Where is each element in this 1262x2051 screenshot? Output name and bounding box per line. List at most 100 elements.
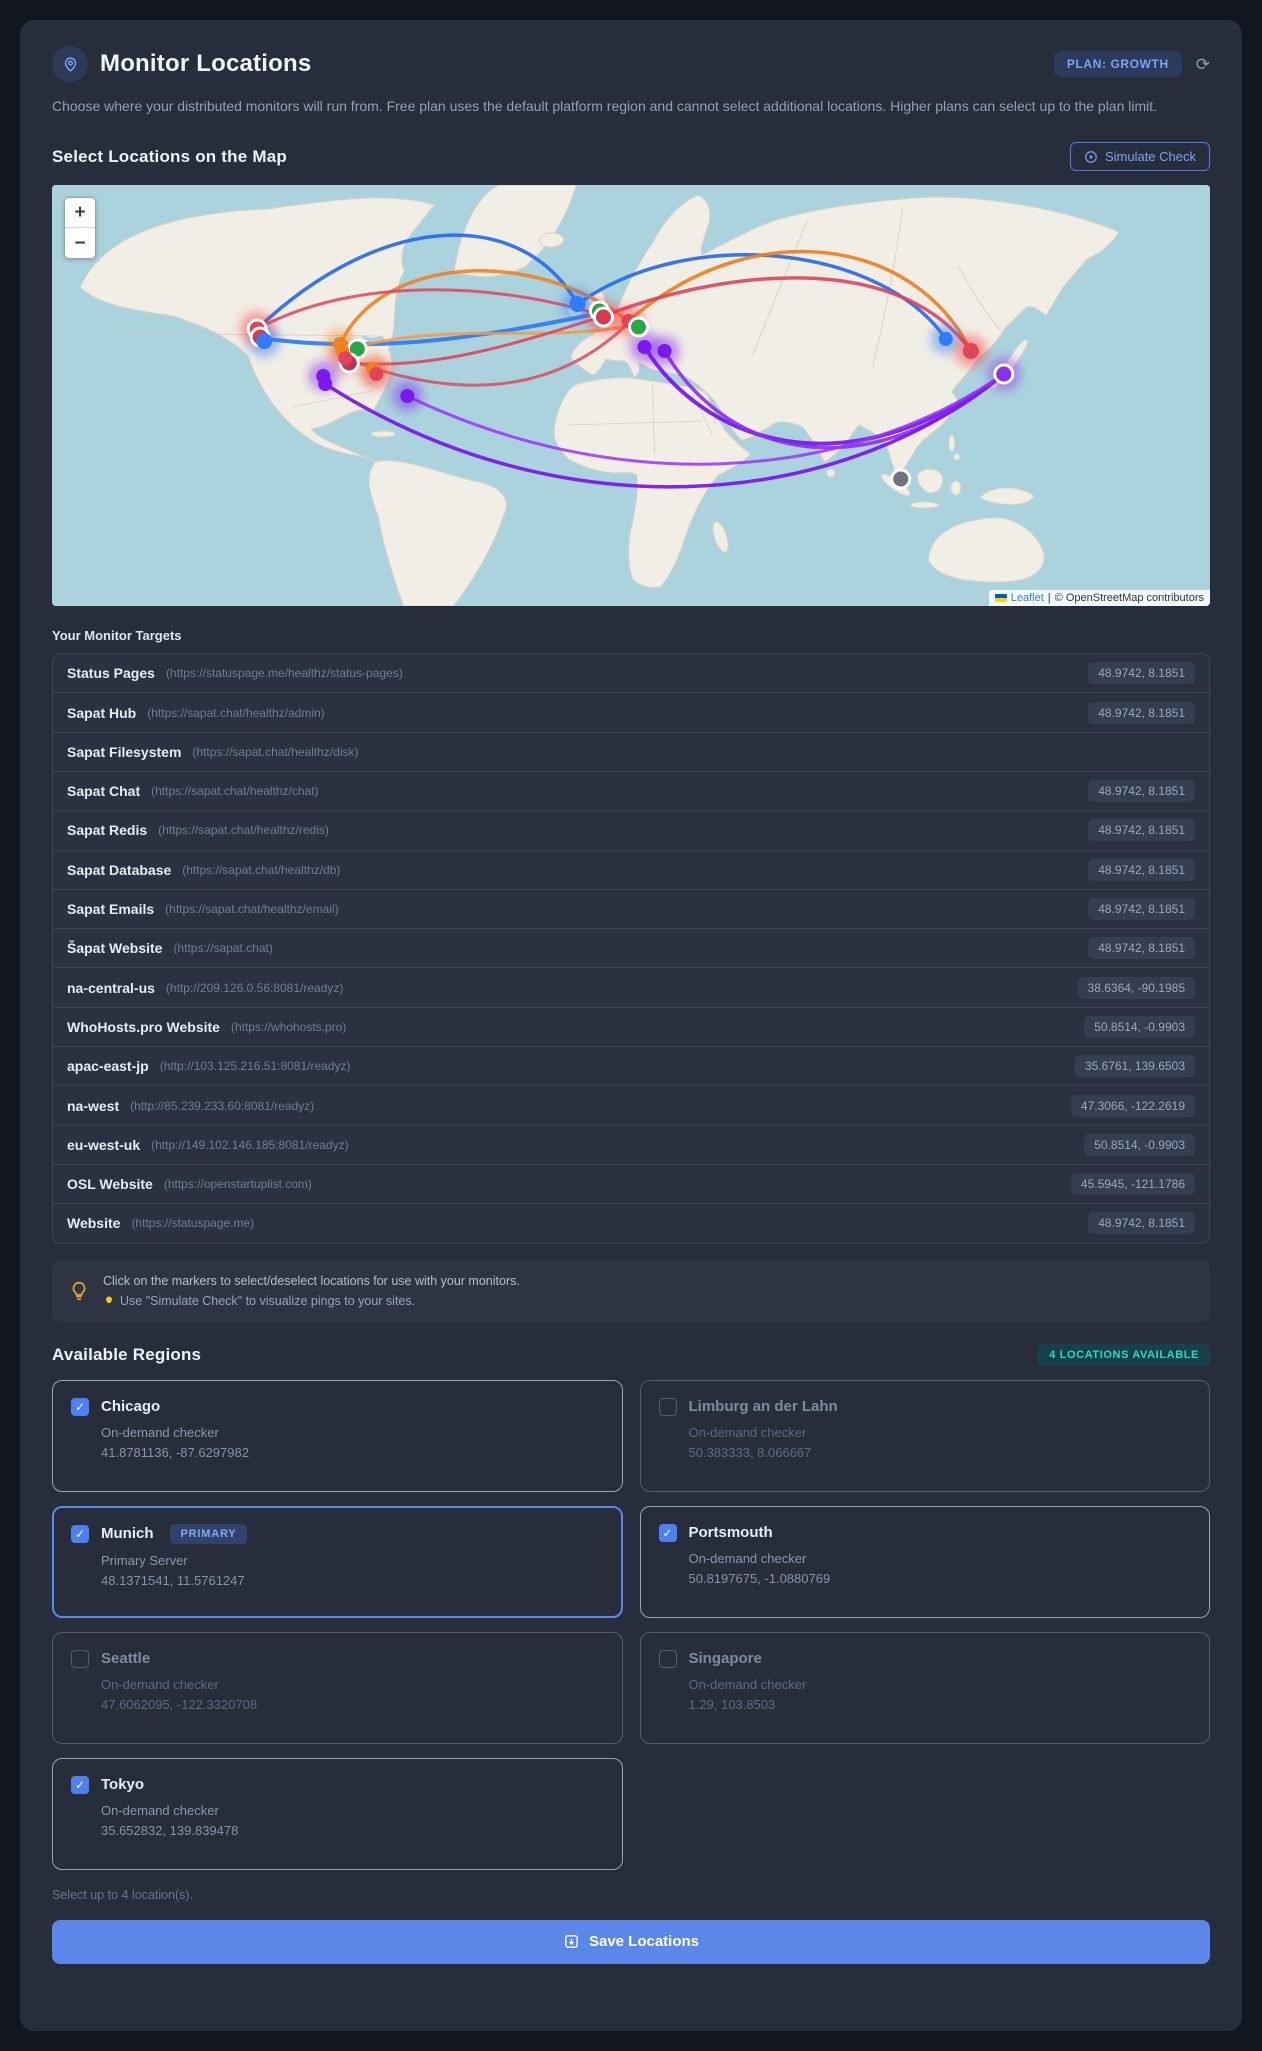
play-circle-icon	[1085, 150, 1097, 163]
target-url: (https://sapat.chat/healthz/chat)	[151, 784, 319, 799]
table-row: Sapat Database (https://sapat.chat/healt…	[53, 851, 1209, 890]
table-row: apac-east-jp (http://103.125.216.51:8081…	[53, 1047, 1209, 1087]
target-coords-badge: 48.9742, 8.1851	[1088, 937, 1195, 960]
region-coords: 50.8197675, -1.0880769	[688, 1570, 831, 1586]
zoom-in-button[interactable]: +	[65, 198, 95, 229]
region-checkbox[interactable]	[71, 1397, 89, 1416]
targets-heading: Your Monitor Targets	[52, 628, 182, 644]
region-checkbox[interactable]	[71, 1649, 89, 1668]
region-checkbox[interactable]	[658, 1649, 677, 1668]
table-row: WhoHosts.pro Website (https://whohosts.p…	[53, 1008, 1209, 1048]
refresh-icon[interactable]: ⟳	[1196, 56, 1210, 73]
leaflet-link[interactable]: Leaflet	[1011, 592, 1044, 604]
target-coords-badge: 48.9742, 8.1851	[1088, 662, 1195, 685]
region-checkbox[interactable]	[658, 1397, 677, 1416]
target-coords-badge: 48.9742, 8.1851	[1088, 858, 1195, 881]
map-section-title: Select Locations on the Map	[52, 146, 287, 166]
region-subtitle: On-demand checker	[101, 1424, 219, 1440]
region-name: Tokyo	[101, 1776, 145, 1794]
target-coords-badge: 48.9742, 8.1851	[1088, 701, 1195, 724]
map-marker-portsmouth-red[interactable]	[592, 306, 614, 328]
lightbulb-icon	[72, 1281, 86, 1300]
region-name: Singapore	[688, 1650, 762, 1668]
hint-box: Click on the markers to select/deselect …	[52, 1259, 1210, 1322]
map-marker-munich[interactable]	[627, 316, 650, 338]
target-url: (https://sapat.chat/healthz/admin)	[147, 705, 325, 720]
map-marker-ping-blue-ireland[interactable]	[569, 296, 586, 313]
target-url: (https://sapat.chat)	[173, 941, 273, 956]
table-row: Sapat Filesystem (https://sapat.chat/hea…	[53, 733, 1209, 772]
map-marker-ping-purple-3[interactable]	[400, 389, 415, 404]
osm-credit: © OpenStreetMap contributors	[1054, 592, 1204, 605]
table-row: na-central-us (http://209.126.0.56:8081/…	[53, 968, 1209, 1008]
page-description: Choose where your distributed monitors w…	[52, 98, 1158, 114]
region-subtitle: On-demand checker	[688, 1424, 807, 1440]
map-attribution: Leaflet | © OpenStreetMap contributors	[988, 590, 1210, 607]
region-name: Seattle	[101, 1650, 151, 1668]
region-coords: 41.8781136, -87.6297982	[101, 1444, 249, 1460]
plan-badge: PLAN: GROWTH	[1053, 51, 1182, 77]
region-checkbox[interactable]	[658, 1523, 677, 1542]
table-row: Šapat Website (https://sapat.chat) 48.97…	[53, 929, 1209, 969]
region-coords: 48.1371541, 11.5761247	[101, 1572, 245, 1588]
location-pin-icon	[52, 46, 88, 82]
region-card-singapore[interactable]: Singapore On-demand checker 1.29, 103.85…	[639, 1631, 1210, 1744]
map-marker-ping-red-asia[interactable]	[962, 343, 979, 360]
table-row: Website (https://statuspage.me) 48.9742,…	[53, 1204, 1209, 1242]
regions-heading: Available Regions	[52, 1344, 202, 1364]
map-marker-ping-red-2[interactable]	[369, 367, 384, 382]
region-card-portsmouth[interactable]: Portsmouth On-demand checker 50.8197675,…	[639, 1505, 1210, 1618]
region-card-chicago[interactable]: Chicago On-demand checker 41.8781136, -8…	[52, 1379, 623, 1492]
target-name: apac-east-jp	[67, 1058, 149, 1075]
target-name: WhoHosts.pro Website	[67, 1018, 220, 1035]
target-name: eu-west-uk	[67, 1136, 141, 1153]
region-name: Munich	[101, 1525, 154, 1543]
region-card-seattle[interactable]: Seattle On-demand checker 47.6062095, -1…	[52, 1631, 623, 1744]
zoom-out-button[interactable]: −	[65, 228, 95, 259]
target-name: Sapat Emails	[67, 901, 155, 918]
table-row: Status Pages (https://statuspage.me/heal…	[53, 654, 1209, 694]
table-row: Sapat Emails (https://sapat.chat/healthz…	[53, 890, 1209, 930]
region-checkbox[interactable]	[71, 1524, 89, 1543]
map-marker-tokyo[interactable]	[993, 363, 1015, 385]
table-row: OSL Website (https://openstartuplist.com…	[53, 1165, 1209, 1205]
map-marker-ping-purple-munich1[interactable]	[637, 340, 652, 355]
locations-available-badge: 4 LOCATIONS AVAILABLE	[1038, 1343, 1210, 1366]
target-name: Sapat Hub	[67, 704, 137, 721]
map-marker-singapore[interactable]	[890, 468, 912, 490]
simulate-check-button[interactable]: Simulate Check	[1069, 142, 1210, 172]
target-url: (http://85.239.233.60:8081/readyz)	[130, 1098, 315, 1113]
hint-line-2: Use "Simulate Check" to visualize pings …	[120, 1293, 416, 1308]
target-coords-badge: 38.6364, -90.1985	[1077, 976, 1195, 999]
target-url: (https://openstartuplist.com)	[163, 1177, 312, 1192]
map-marker-portland[interactable]	[256, 333, 273, 350]
map-marker-ping-purple-munich2[interactable]	[657, 344, 672, 359]
target-coords-badge: 48.9742, 8.1851	[1088, 780, 1195, 803]
target-url: (https://sapat.chat/healthz/redis)	[158, 823, 329, 838]
region-checkbox[interactable]	[71, 1775, 89, 1794]
page-title: Monitor Locations	[100, 50, 312, 77]
map-marker-ping-blue-asia[interactable]	[938, 332, 953, 347]
region-coords: 1.29, 103.8503	[688, 1696, 776, 1712]
region-card-munich[interactable]: Munich PRIMARY Primary Server 48.1371541…	[52, 1505, 623, 1618]
target-name: Sapat Filesystem	[67, 743, 182, 760]
target-coords-badge: 48.9742, 8.1851	[1088, 819, 1195, 842]
table-row: Sapat Chat (https://sapat.chat/healthz/c…	[53, 772, 1209, 812]
target-name: Sapat Database	[67, 861, 172, 878]
primary-badge: PRIMARY	[169, 1523, 248, 1544]
world-map[interactable]: + − Leaflet | © OpenStreetMap contributo…	[52, 185, 1210, 607]
region-coords: 35.652832, 139.839478	[101, 1822, 239, 1838]
target-url: (http://103.125.216.51:8081/readyz)	[159, 1059, 351, 1074]
map-marker-ping-red-1[interactable]	[338, 351, 353, 366]
save-locations-button[interactable]: Save Locations	[52, 1919, 1210, 1964]
target-name: na-west	[67, 1097, 120, 1114]
target-url: (http://209.126.0.56:8081/readyz)	[165, 980, 344, 995]
target-coords-badge: 35.6761, 139.6503	[1074, 1055, 1195, 1078]
map-marker-ping-purple-2[interactable]	[318, 377, 333, 392]
region-card-tokyo[interactable]: Tokyo On-demand checker 35.652832, 139.8…	[52, 1757, 623, 1870]
target-coords-badge: 48.9742, 8.1851	[1088, 1212, 1195, 1235]
target-coords-badge: 50.8514, -0.9903	[1084, 1015, 1195, 1038]
region-card-limburg-an-der-lahn[interactable]: Limburg an der Lahn On-demand checker 50…	[639, 1379, 1210, 1492]
target-url: (https://whohosts.pro)	[230, 1019, 347, 1034]
target-coords-badge: 45.5945, -121.1786	[1070, 1173, 1195, 1196]
